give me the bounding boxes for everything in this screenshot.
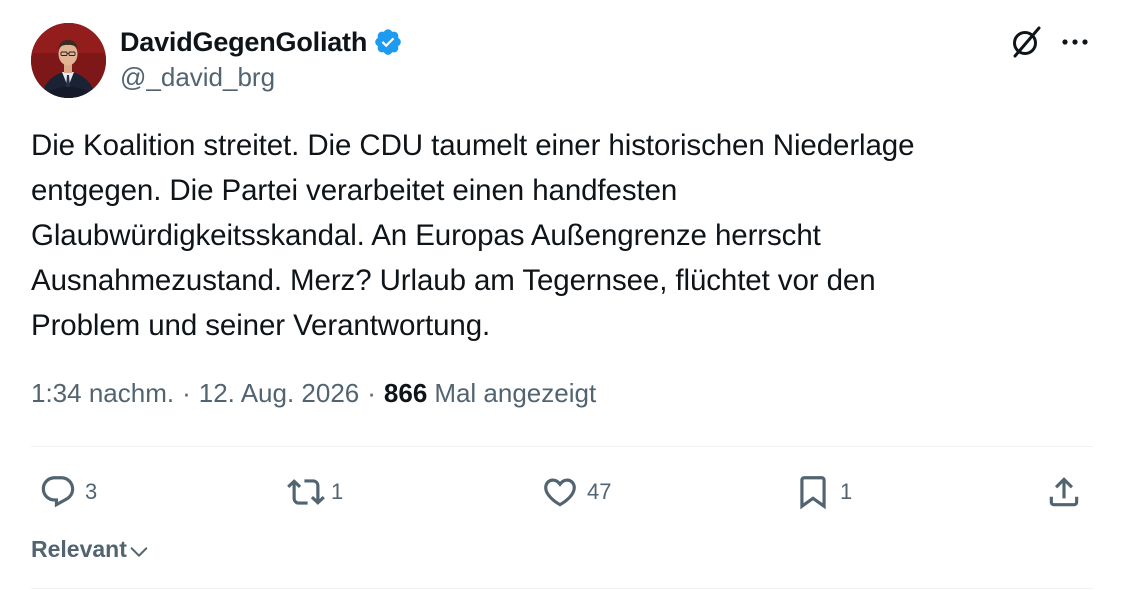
meta-separator: · xyxy=(367,378,376,408)
more-icon[interactable] xyxy=(1055,24,1095,60)
repost-button[interactable]: 1 xyxy=(287,470,343,514)
views-count[interactable]: 866 xyxy=(384,378,427,409)
bookmark-count: 1 xyxy=(840,479,853,504)
reply-button[interactable]: 3 xyxy=(39,470,97,514)
avatar[interactable] xyxy=(31,23,106,98)
repost-count: 1 xyxy=(331,479,344,504)
share-button[interactable] xyxy=(1045,470,1083,514)
grok-icon[interactable] xyxy=(1006,22,1046,62)
meta-separator: · xyxy=(182,378,191,408)
tweet-date[interactable]: 12. Aug. 2026 xyxy=(199,378,359,409)
verified-badge-icon[interactable] xyxy=(373,27,403,57)
reply-icon xyxy=(41,476,75,508)
author-handle[interactable]: @_david_brg xyxy=(120,62,275,93)
chevron-down-icon xyxy=(130,546,148,557)
divider xyxy=(31,588,1093,589)
divider xyxy=(31,446,1093,447)
reply-count: 3 xyxy=(85,479,98,504)
display-name[interactable]: DavidGegenGoliath xyxy=(120,27,367,58)
tweet-text: Die Koalition streitet. Die CDU taumelt … xyxy=(31,129,915,342)
sort-label: Relevant xyxy=(31,536,127,562)
sort-relevant-button[interactable]: Relevant xyxy=(31,536,150,563)
author-name-row: DavidGegenGoliath xyxy=(120,22,403,62)
tweet-meta: 1:34 nachm. · 12. Aug. 2026 · 866 Mal an… xyxy=(31,378,596,409)
tweet: DavidGegenGoliath @_david_brg Die Koalit… xyxy=(31,0,1093,590)
share-icon xyxy=(1049,477,1079,507)
tweet-time[interactable]: 1:34 nachm. xyxy=(31,378,174,409)
avatar-image xyxy=(31,23,106,98)
heart-icon xyxy=(544,478,576,507)
bookmark-icon xyxy=(800,476,826,510)
like-button[interactable]: 47 xyxy=(541,470,611,514)
repost-icon xyxy=(287,479,325,505)
views-label: Mal angezeigt xyxy=(434,378,597,408)
like-count: 47 xyxy=(587,479,612,504)
bookmark-button[interactable]: 1 xyxy=(794,470,852,514)
